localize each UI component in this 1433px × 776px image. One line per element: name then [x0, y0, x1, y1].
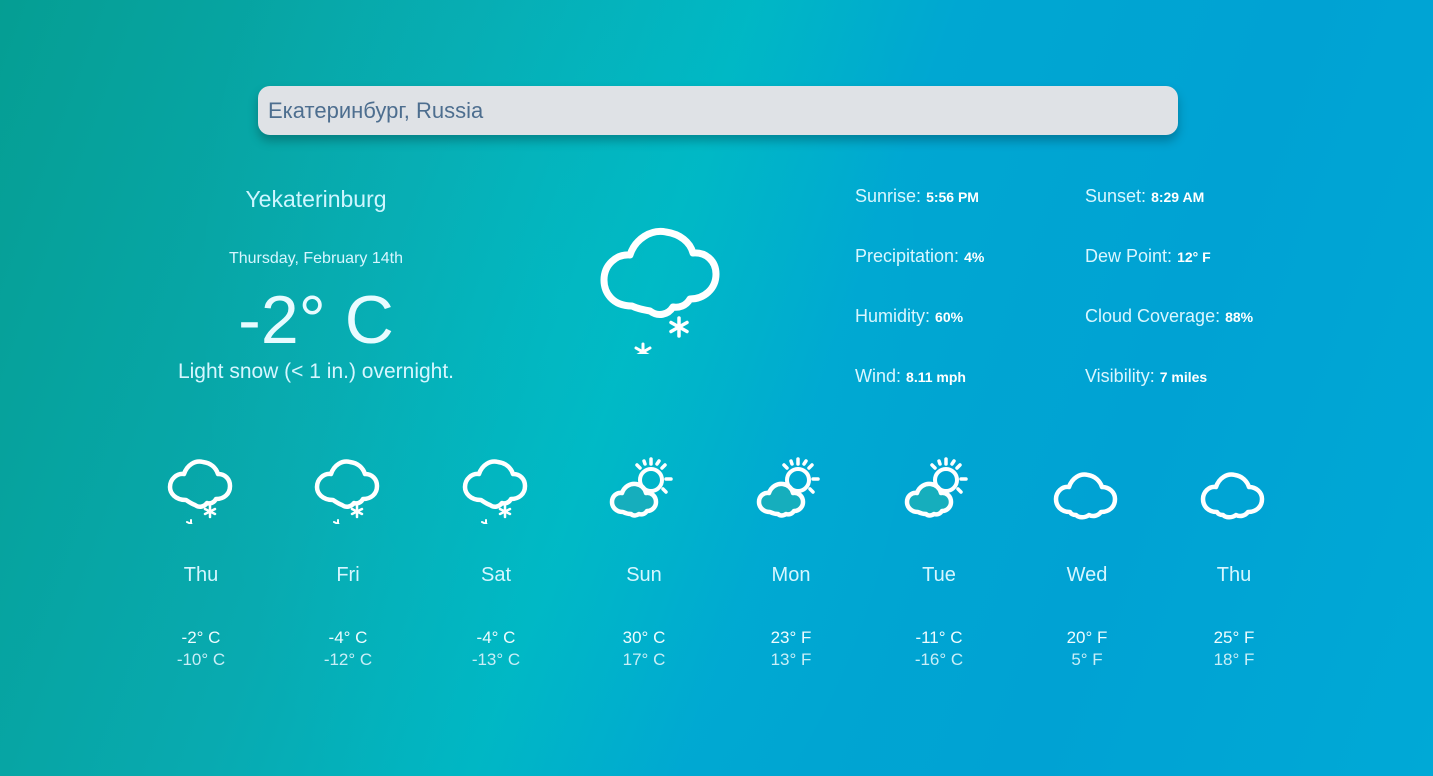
detail-label: Cloud Coverage:	[1085, 306, 1221, 326]
detail-value: 60%	[935, 309, 964, 325]
detail-label: Dew Point:	[1085, 246, 1173, 266]
detail-value: 7 miles	[1159, 369, 1208, 385]
partly-cloudy-icon	[731, 456, 851, 526]
detail-dew-point: Dew Point: 12° F	[1085, 246, 1211, 267]
detail-cloud-coverage: Cloud Coverage: 88%	[1085, 306, 1253, 327]
snow-cloud-icon	[288, 456, 408, 526]
forecast-day: Sat -4° C -13° C	[436, 456, 556, 671]
forecast-low: 5° F	[1071, 650, 1103, 669]
cloud-icon	[1174, 456, 1294, 526]
detail-visibility: Visibility: 7 miles	[1085, 366, 1207, 387]
forecast-day-name: Sun	[626, 564, 662, 586]
forecast-day-name: Thu	[1216, 564, 1252, 586]
detail-label: Wind:	[855, 366, 902, 386]
snow-cloud-icon	[436, 456, 556, 526]
forecast-low: 18° F	[1213, 650, 1255, 669]
forecast-high: -2° C	[181, 628, 221, 647]
detail-humidity: Humidity: 60%	[855, 306, 963, 327]
forecast-day: Sun 30° C 17° C	[584, 456, 704, 671]
forecast-day-name: Tue	[922, 564, 956, 586]
detail-label: Humidity:	[855, 306, 931, 326]
forecast-low: -12° C	[323, 650, 373, 669]
partly-cloudy-icon	[584, 456, 704, 526]
forecast-day-name: Sat	[480, 564, 512, 586]
city-name: Yekaterinburg	[245, 186, 387, 212]
forecast-high: 20° F	[1066, 628, 1108, 647]
detail-wind: Wind: 8.11 mph	[855, 366, 966, 387]
snow-cloud-icon	[598, 220, 726, 354]
forecast-day: Mon 23° F 13° F	[731, 456, 851, 671]
detail-value: 88%	[1225, 309, 1254, 325]
current-temperature: -2° C	[238, 282, 394, 358]
forecast-high: -11° C	[915, 628, 963, 647]
forecast-high: 30° C	[622, 628, 666, 647]
forecast-day: Thu 25° F 18° F	[1174, 456, 1294, 671]
forecast-day-name: Wed	[1066, 564, 1108, 586]
weather-summary: Light snow (< 1 in.) overnight.	[177, 360, 455, 383]
location-search-input[interactable]	[258, 86, 1178, 135]
forecast-day: Thu -2° C -10° C	[141, 456, 261, 671]
forecast-day: Wed 20° F 5° F	[1027, 456, 1147, 671]
detail-label: Precipitation:	[855, 246, 960, 266]
forecast-high: -4° C	[476, 628, 516, 647]
forecast-high: 23° F	[770, 628, 812, 647]
forecast-day: Fri -4° C -12° C	[288, 456, 408, 671]
detail-value: 12° F	[1177, 249, 1211, 265]
partly-cloudy-icon	[879, 456, 999, 526]
snow-cloud-icon	[141, 456, 261, 526]
current-date: Thursday, February 14th	[228, 250, 403, 267]
detail-sunrise: Sunrise: 5:56 PM	[855, 186, 979, 207]
detail-sunset: Sunset: 8:29 AM	[1085, 186, 1204, 207]
forecast-low: 13° F	[770, 650, 812, 669]
detail-label: Visibility:	[1085, 366, 1155, 386]
detail-value: 8:29 AM	[1151, 189, 1205, 205]
cloud-icon	[1027, 456, 1147, 526]
detail-precipitation: Precipitation: 4%	[855, 246, 984, 267]
forecast-day-name: Thu	[183, 564, 219, 586]
forecast-day-name: Fri	[336, 564, 360, 586]
forecast-day: Tue -11° C -16° C	[879, 456, 999, 671]
forecast-low: 17° C	[622, 650, 666, 669]
detail-label: Sunset:	[1085, 186, 1147, 206]
forecast-low: -10° C	[176, 650, 226, 669]
forecast-low: -13° C	[471, 650, 521, 669]
detail-value: 5:56 PM	[926, 189, 979, 205]
forecast-low: -16° C	[914, 650, 964, 669]
forecast-high: -4° C	[328, 628, 368, 647]
detail-value: 8.11 mph	[906, 369, 966, 385]
forecast-high: 25° F	[1213, 628, 1255, 647]
detail-label: Sunrise:	[855, 186, 922, 206]
detail-value: 4%	[964, 249, 985, 265]
forecast-day-name: Mon	[771, 564, 811, 586]
